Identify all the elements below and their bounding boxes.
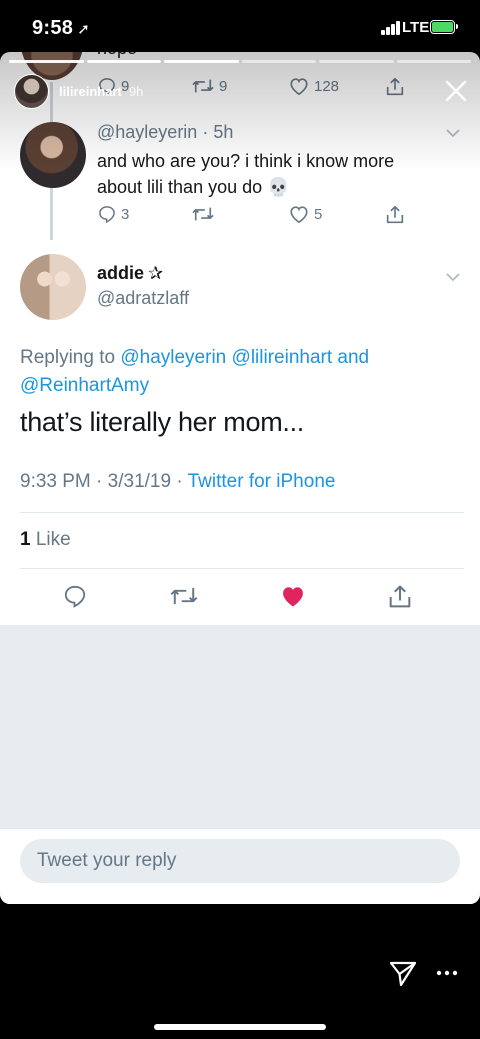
share-action[interactable]	[384, 76, 406, 98]
parent-tweet-text: and who are you? i think i know more abo…	[97, 151, 395, 197]
focal-tweet-name[interactable]: addie ✰	[97, 263, 163, 284]
reply-icon	[64, 585, 86, 608]
reply-count: 3	[121, 205, 130, 223]
like-button[interactable]	[279, 583, 307, 609]
network-type: LTE	[402, 19, 430, 36]
reply-input[interactable]	[20, 839, 460, 883]
divider	[20, 512, 464, 513]
tweet-source[interactable]: Twitter for iPhone	[188, 471, 336, 492]
story-segment	[241, 60, 316, 63]
parent-tweet-actions: 3 5	[97, 204, 437, 226]
like-label: Like	[35, 529, 71, 550]
mention-link[interactable]: @lilireinhart	[232, 347, 333, 368]
like-action[interactable]: 5	[288, 204, 322, 224]
share-icon	[386, 205, 404, 224]
mention-and[interactable]: and	[337, 347, 369, 368]
story-segment	[86, 60, 161, 63]
status-bar: 9:58 ➚ LTE	[0, 0, 480, 50]
story-avatar[interactable]	[14, 73, 49, 109]
previous-tweet-text: nope	[97, 52, 137, 59]
retweet-icon	[192, 79, 214, 93]
story-segment	[9, 60, 84, 63]
share-action[interactable]	[384, 204, 406, 226]
signal-icon	[381, 21, 401, 35]
retweet-icon	[192, 207, 214, 221]
tweet-time: 9:33 PM	[20, 471, 91, 492]
status-time: 9:58 ➚	[32, 17, 90, 40]
focal-tweet-handle[interactable]: @adratzlaff	[97, 288, 189, 309]
close-icon[interactable]	[441, 76, 471, 106]
divider	[20, 568, 464, 569]
parent-tweet-handle[interactable]: @hayleyerin	[97, 122, 197, 142]
focal-tweet-avatar[interactable]	[20, 254, 86, 320]
share-icon	[389, 585, 411, 608]
parent-tweet-avatar[interactable]	[20, 122, 86, 188]
like-icon	[290, 78, 308, 96]
retweet-action[interactable]	[191, 204, 215, 224]
retweet-icon	[170, 587, 198, 605]
share-button[interactable]	[386, 583, 414, 611]
retweet-count: 9	[219, 77, 228, 95]
like-action[interactable]: 128	[288, 76, 339, 96]
retweet-action[interactable]: 9	[191, 76, 227, 96]
reply-action[interactable]: 3	[97, 204, 129, 224]
like-icon	[283, 587, 303, 607]
story-age: 9h	[128, 83, 144, 99]
focal-tweet-actions	[62, 583, 422, 611]
send-icon[interactable]	[388, 958, 418, 988]
focal-tweet-meta: 9:33 PM · 3/31/19 · Twitter for iPhone	[20, 471, 336, 492]
status-time-text: 9:58	[32, 17, 74, 39]
star-emoji: ✰	[148, 263, 164, 283]
story-header[interactable]: lilireinhart 9h	[14, 73, 143, 109]
mention-link[interactable]: @ReinhartAmy	[20, 375, 149, 396]
like-icon	[290, 206, 308, 224]
retweet-button[interactable]	[169, 583, 199, 609]
replying-prefix: Replying to	[20, 347, 116, 368]
story-segment	[164, 60, 239, 63]
parent-tweet-meta: @hayleyerin · 5h	[97, 122, 234, 142]
battery-icon	[430, 20, 458, 34]
story-card[interactable]: nope 9 9 128 @hayleyerin · 5h and who ar…	[0, 52, 480, 904]
like-count: 128	[314, 77, 340, 95]
parent-tweet-age: 5h	[213, 122, 234, 142]
chevron-down-icon[interactable]	[446, 126, 460, 140]
likes-summary[interactable]: 1 Like	[20, 529, 71, 551]
home-indicator[interactable]	[154, 1024, 326, 1030]
empty-area	[0, 625, 480, 828]
story-segment	[319, 60, 394, 63]
reply-bar	[0, 828, 480, 904]
location-arrow-icon: ➚	[77, 21, 91, 38]
reply-button[interactable]	[62, 583, 88, 609]
replying-to: Replying to @hayleyerin @lilireinhart an…	[20, 344, 460, 400]
story-segment	[396, 60, 471, 63]
reply-icon	[99, 206, 115, 224]
like-count: 5	[314, 205, 323, 223]
tweet-date: 3/31/19	[107, 471, 172, 492]
previous-tweet-actions: 9 9 128	[97, 76, 437, 98]
focal-tweet-text: that’s literally her mom...	[20, 407, 304, 437]
like-total: 1	[20, 529, 31, 550]
share-icon	[386, 77, 404, 96]
chevron-down-icon[interactable]	[446, 270, 460, 284]
story-username[interactable]: lilireinhart	[59, 84, 122, 99]
story-progress	[9, 60, 471, 63]
more-icon[interactable]	[436, 966, 458, 980]
focal-tweet-name-text: addie	[97, 263, 145, 283]
mention-link[interactable]: @hayleyerin	[120, 347, 226, 368]
